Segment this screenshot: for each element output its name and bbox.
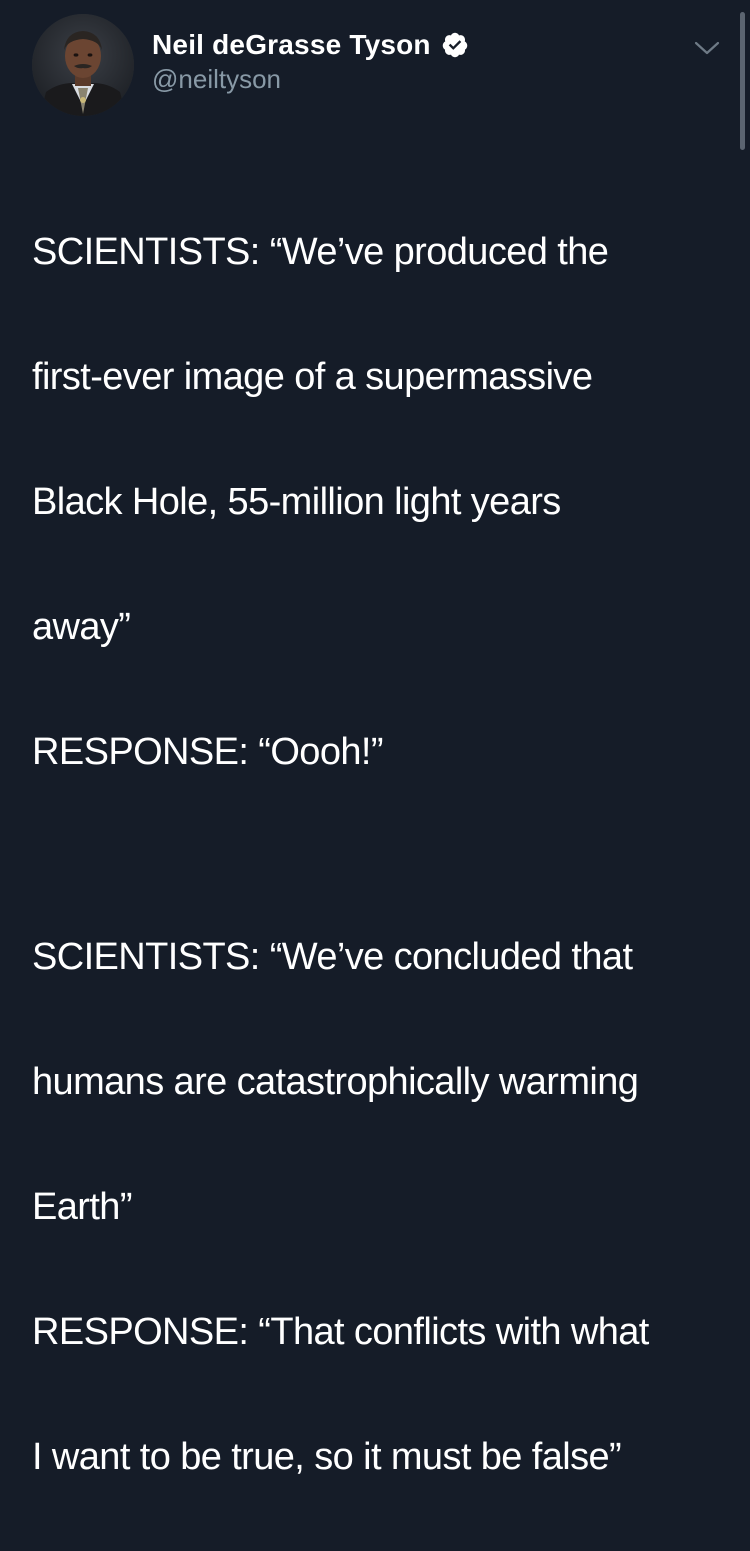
author-handle[interactable]: @neiltyson bbox=[152, 64, 281, 95]
tweet-line: SCIENTISTS: “We’ve concluded that bbox=[32, 926, 732, 989]
author-name-row[interactable]: Neil deGrasse Tyson bbox=[152, 26, 469, 64]
author-display-name[interactable]: Neil deGrasse Tyson bbox=[152, 29, 431, 61]
tweet-line: RESPONSE: “That conflicts with what bbox=[32, 1301, 732, 1364]
chevron-down-icon[interactable] bbox=[692, 36, 722, 60]
tweet-line: RESPONSE: “Oooh!” bbox=[32, 721, 732, 784]
tweet-paragraph: SCIENTISTS: “We’ve concluded that humans… bbox=[32, 864, 732, 1551]
verified-badge-icon bbox=[441, 31, 469, 59]
tweet-line: away” bbox=[32, 596, 732, 659]
tweet-line: first-ever image of a supermassive bbox=[32, 346, 732, 409]
tweet: Neil deGrasse Tyson @neiltyson SCIENTIST… bbox=[0, 0, 750, 813]
tweet-line: SCIENTISTS: “We’ve produced the bbox=[32, 221, 732, 284]
tweet-line: Black Hole, 55-million light years bbox=[32, 471, 732, 534]
profile-photo bbox=[32, 14, 134, 116]
tweet-line: I want to be true, so it must be false” bbox=[32, 1426, 732, 1489]
tweet-paragraph: SCIENTISTS: “We’ve produced the first-ev… bbox=[32, 158, 732, 846]
scrollbar[interactable] bbox=[740, 12, 745, 150]
avatar[interactable] bbox=[32, 14, 134, 116]
tweet-line: humans are catastrophically warming bbox=[32, 1051, 732, 1114]
tweet-text: SCIENTISTS: “We’ve produced the first-ev… bbox=[32, 158, 732, 1551]
tweet-line: Earth” bbox=[32, 1176, 732, 1239]
